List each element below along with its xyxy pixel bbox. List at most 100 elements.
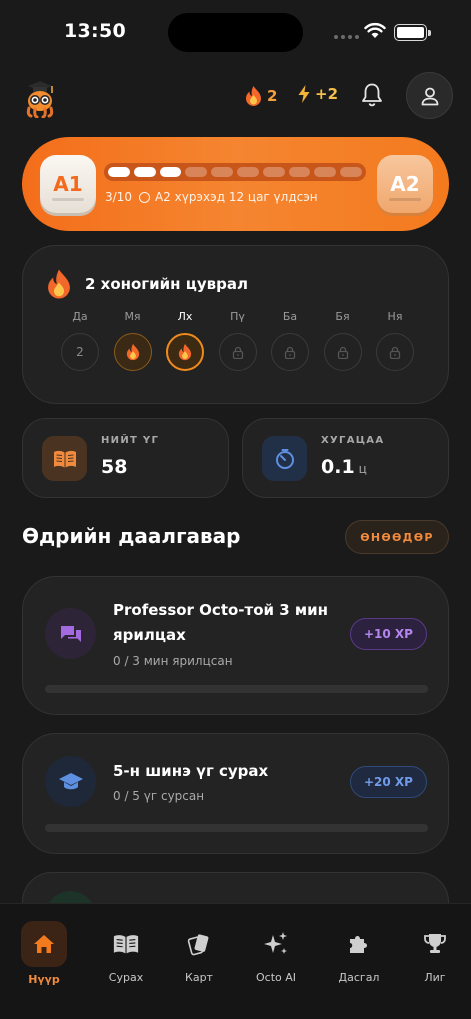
streak-counter[interactable]: 2: [244, 85, 277, 107]
nav-label: Сурах: [108, 971, 144, 984]
cellular-icon: [334, 35, 359, 39]
nav-item-practice[interactable]: Дасгал: [327, 921, 391, 984]
xp-counter[interactable]: +2: [298, 85, 338, 103]
task-xp-badge: +20 XP: [350, 766, 427, 798]
nav-item-octo-ai[interactable]: Octo AI: [244, 921, 308, 984]
header: 2 +2: [0, 72, 471, 120]
progress-segment: [159, 167, 182, 177]
total-words-value: 58: [101, 456, 128, 478]
current-level-badge: A1: [40, 155, 96, 213]
cards-icon: [176, 921, 222, 967]
daily-tasks-title: Өдрийн даалгавар: [22, 524, 241, 548]
bell-icon[interactable]: [360, 82, 384, 108]
level-progress-text: 3/10: [105, 190, 132, 204]
progress-segment: [262, 167, 285, 177]
level-progress-info: 3/10 A2 хүрэхэд 12 цаг үлдсэн: [105, 190, 318, 204]
streak-day: Ба: [271, 310, 309, 371]
study-time-value: 0.1: [321, 456, 355, 478]
lock-icon: [376, 333, 414, 371]
streak-day: Да 2: [61, 310, 99, 371]
fire-icon: [48, 269, 70, 299]
nav-item-league[interactable]: Лиг: [403, 921, 467, 984]
octo-mascot-icon[interactable]: [22, 78, 58, 118]
battery-icon: [394, 24, 431, 41]
lock-icon: [271, 333, 309, 371]
task-xp-badge: +10 XP: [350, 618, 427, 650]
day-label: Бя: [335, 310, 350, 323]
next-level-badge: A2: [377, 155, 433, 213]
lock-icon: [218, 333, 257, 371]
timer-icon: [262, 436, 307, 481]
graduation-cap-icon: [45, 756, 96, 807]
streak-day: Лх: [166, 310, 204, 371]
current-level-label: A1: [53, 172, 83, 196]
profile-button[interactable]: [406, 72, 453, 119]
task-card[interactable]: Professor Octo-той 3 мин ярилцах 0 / 3 м…: [22, 576, 449, 715]
task-progress-text: 0 / 3 мин ярилцсан: [113, 654, 233, 668]
streak-title: 2 хоногийн цуврал: [85, 275, 248, 293]
nav-item-cards[interactable]: Карт: [167, 921, 231, 984]
day-label: Пү: [230, 310, 245, 323]
puzzle-icon: [336, 921, 382, 967]
next-level-label: A2: [390, 172, 420, 196]
nav-item-home[interactable]: Нүүр: [12, 921, 76, 986]
streak-day: Мя: [113, 310, 152, 371]
total-words-card[interactable]: НИЙТ ҮГ 58: [22, 418, 229, 498]
progress-segment: [211, 167, 233, 177]
chat-icon: [45, 608, 96, 659]
streak-card[interactable]: 2 хоногийн цуврал Да 2 Мя Лх Пү Ба Бя Ня: [22, 245, 449, 404]
day-label: Да: [72, 310, 88, 323]
level-progress-card[interactable]: A1 3/10 A2 хүрэхэд 12 цаг үлдсэн A2: [22, 137, 449, 231]
nav-label: Нүүр: [28, 973, 60, 986]
study-time-unit: ц: [358, 462, 367, 476]
today-filter-button[interactable]: ӨНӨӨДӨР: [345, 520, 449, 554]
status-time: 13:50: [64, 20, 126, 42]
book-icon: [42, 436, 87, 481]
task-progress-bar: [45, 685, 428, 693]
nav-label: Octo AI: [255, 971, 296, 984]
nav-item-learn[interactable]: Сурах: [94, 921, 158, 984]
clock-icon: [138, 191, 150, 203]
day-label: Ня: [387, 310, 403, 323]
bottom-navigation: Нүүр Сурах Карт Octo AI Дасгал Лиг: [0, 903, 471, 1019]
progress-segment: [288, 167, 311, 177]
xp-count: +2: [315, 85, 339, 103]
study-time-card[interactable]: ХУГАЦАА 0.1 ц: [242, 418, 449, 498]
lock-icon: [323, 333, 362, 371]
status-bar: 13:50: [0, 0, 471, 62]
fire-icon: [246, 86, 261, 106]
progress-segment: [340, 167, 362, 177]
home-icon: [21, 921, 67, 967]
progress-segment: [314, 167, 337, 177]
book-icon: [103, 921, 149, 967]
task-title: 5-н шинэ үг сурах: [113, 762, 269, 780]
task-title: Professor Octo-той 3 мин ярилцах: [113, 601, 329, 644]
streak-day: Пү: [218, 310, 257, 371]
day-label: Ба: [282, 310, 298, 323]
progress-segment: [133, 167, 156, 177]
task-progress-text: 0 / 5 үг сурсан: [113, 789, 205, 803]
nav-label: Лиг: [424, 971, 446, 984]
task-card[interactable]: 5-н шинэ үг сурах 0 / 5 үг сурсан +20 XP: [22, 733, 449, 854]
streak-day: Ня: [376, 310, 414, 371]
level-progress-bar: [104, 163, 366, 181]
progress-segment: [108, 167, 130, 177]
day-label: Мя: [124, 310, 141, 323]
streak-week: Да 2 Мя Лх Пү Ба Бя Ня: [61, 310, 414, 371]
nav-label: Карт: [185, 971, 213, 984]
total-words-label: НИЙТ ҮГ: [101, 435, 160, 446]
streak-day: Бя: [323, 310, 362, 371]
fire-icon: [166, 333, 204, 371]
level-time-left: A2 хүрэхэд 12 цаг үлдсэн: [154, 190, 318, 204]
progress-segment: [185, 167, 208, 177]
progress-segment: [236, 167, 259, 177]
nav-label: Дасгал: [338, 971, 380, 984]
user-icon: [421, 87, 438, 105]
lightning-icon: [298, 85, 310, 103]
study-time-label: ХУГАЦАА: [321, 435, 385, 446]
fire-icon: [113, 333, 152, 371]
dynamic-island: [168, 13, 303, 52]
streak-count: 2: [267, 87, 278, 105]
day-label: Лх: [177, 310, 193, 323]
wifi-icon: [364, 23, 386, 38]
